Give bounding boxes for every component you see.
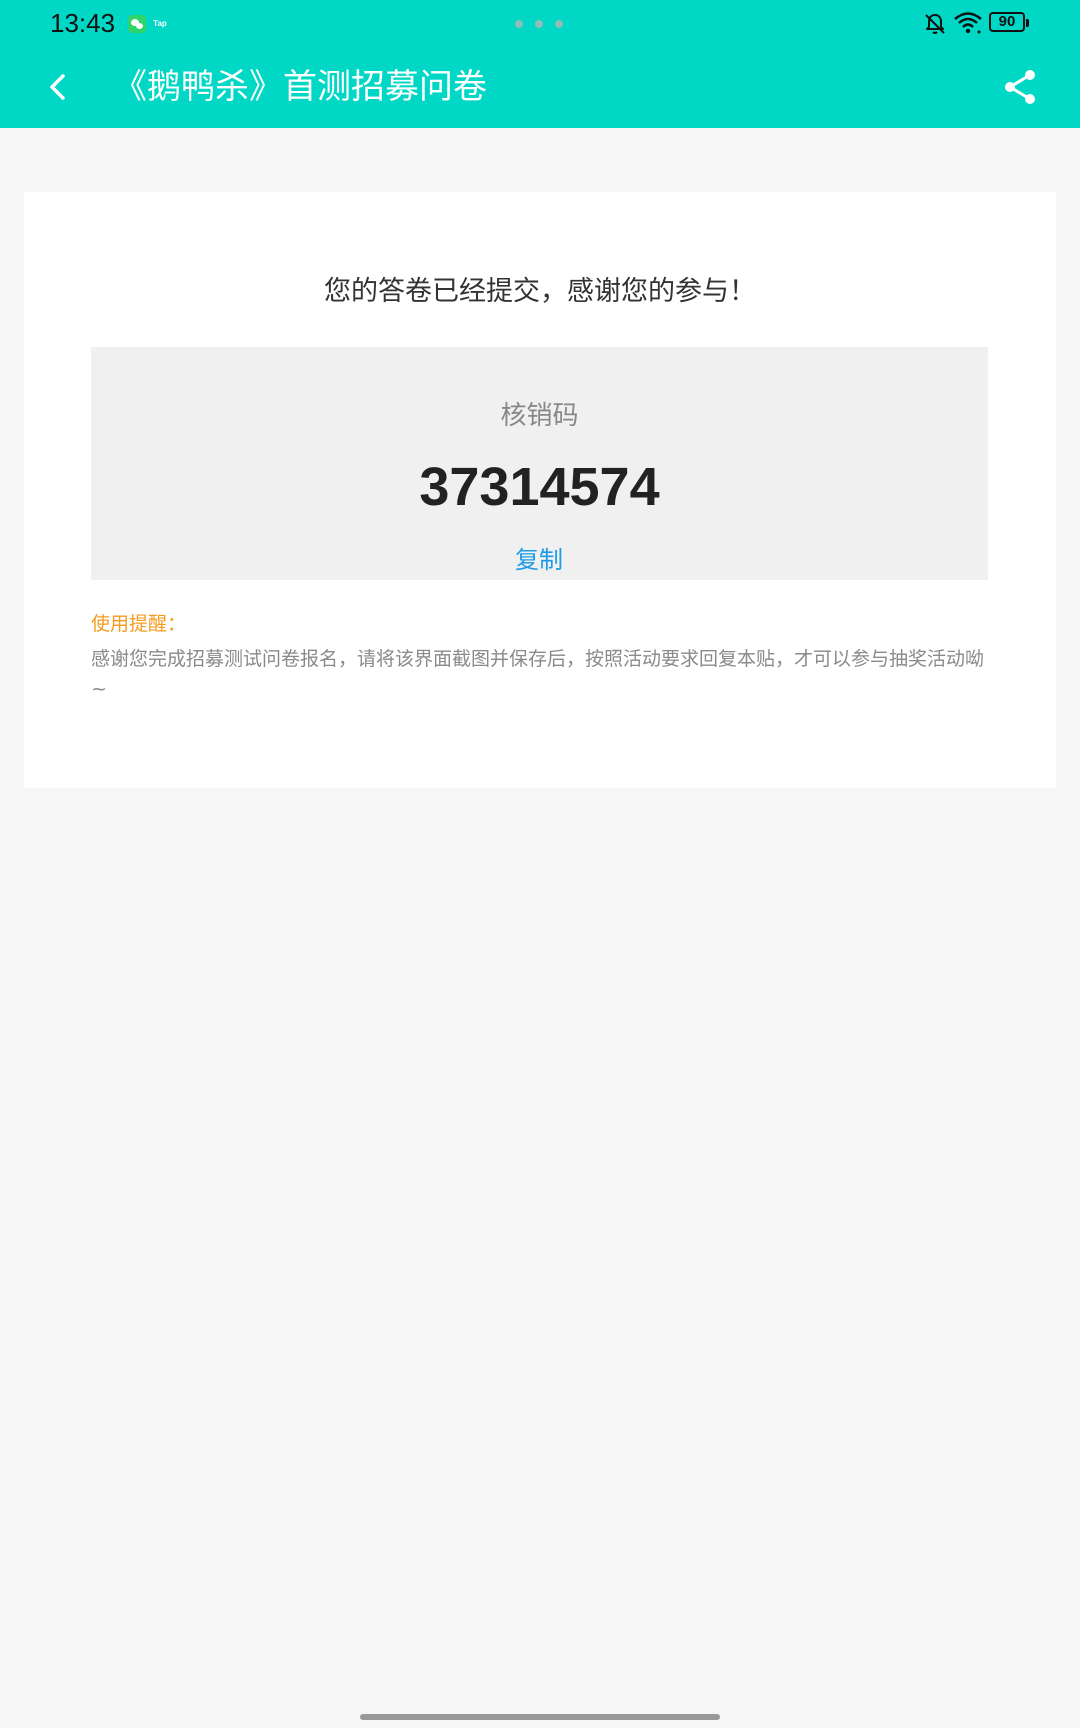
submit-success-message: 您的答卷已经提交，感谢您的参与！	[324, 276, 756, 307]
bell-off-icon	[925, 14, 945, 34]
battery-level: 90	[998, 13, 1016, 30]
dot	[555, 20, 563, 28]
copy-button[interactable]: 复制	[489, 543, 589, 577]
page-title: 《鹅鸭杀》首测招募问卷	[113, 67, 487, 107]
tap-icon: Tap	[151, 15, 169, 33]
nav-bar: 《鹅鸭杀》首测招募问卷	[0, 48, 1080, 128]
share-icon[interactable]	[996, 62, 1046, 112]
redeem-code-value: 37314574	[419, 457, 660, 517]
redeem-code-label: 核销码	[500, 401, 579, 431]
wechat-icon	[128, 15, 146, 33]
reminder-title: 使用提醒：	[91, 613, 187, 635]
chevron-left-icon[interactable]	[34, 62, 84, 112]
dot	[515, 20, 523, 28]
status-time: 13:43	[50, 8, 116, 38]
dot	[535, 20, 543, 28]
result-card: 您的答卷已经提交，感谢您的参与！ 核销码 37314574 复制 使用提醒： 感…	[24, 192, 1056, 788]
wifi-icon	[954, 12, 982, 34]
home-indicator[interactable]	[360, 1714, 720, 1720]
status-bar: 13:43 Tap 90	[0, 0, 1080, 48]
more-dots-icon[interactable]	[515, 20, 567, 30]
redeem-code-box: 核销码 37314574 复制	[91, 347, 988, 580]
app-header: 13:43 Tap 90 《鹅鸭杀》首测招募问卷	[0, 0, 1080, 128]
reminder-body: 感谢您完成招募测试问卷报名，请将该界面截图并保存后，按照活动要求回复本贴，才可以…	[91, 648, 985, 700]
battery-icon: 90	[989, 12, 1029, 32]
status-icons: 90	[923, 10, 1035, 38]
